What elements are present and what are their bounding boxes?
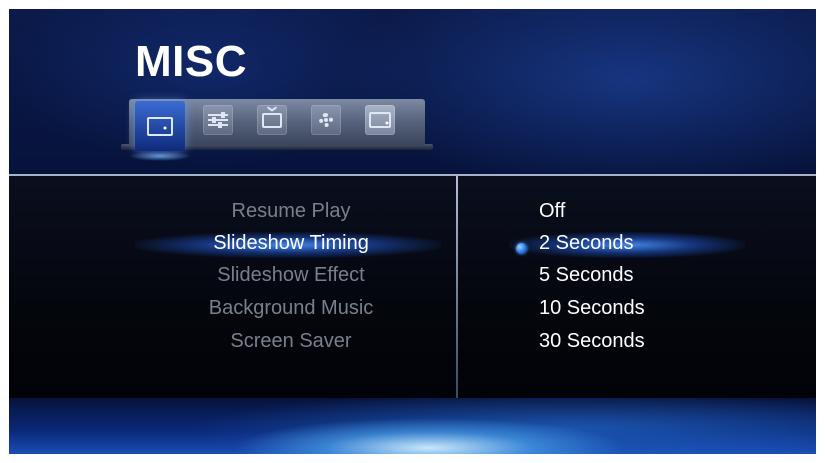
tab-misc[interactable]	[365, 105, 395, 135]
panel-divider	[456, 176, 458, 398]
menu-item-slideshow-effect[interactable]: Slideshow Effect	[129, 264, 453, 287]
option-5-seconds[interactable]: 5 Seconds	[539, 264, 634, 287]
tab-tv[interactable]	[257, 105, 287, 135]
sliders-icon	[208, 112, 228, 128]
tab-audio-settings[interactable]	[203, 105, 233, 135]
menu-item-background-music[interactable]: Background Music	[129, 297, 453, 320]
option-30-seconds[interactable]: 30 Seconds	[539, 330, 645, 353]
menu-item-resume-play[interactable]: Resume Play	[129, 200, 453, 223]
tv-icon	[262, 112, 282, 128]
page-title: MISC	[135, 37, 247, 86]
monitor-slideshow-icon	[147, 116, 173, 136]
menu-item-screen-saver[interactable]: Screen Saver	[129, 330, 453, 353]
tab-slideshow[interactable]	[129, 101, 191, 161]
selected-radio-icon	[516, 243, 527, 254]
menu-panel: Resume Play Slideshow Timing Slideshow E…	[9, 174, 816, 400]
monitor-slideshow-icon	[369, 112, 391, 128]
option-2-seconds[interactable]: 2 Seconds	[539, 232, 634, 255]
tab-system[interactable]	[311, 105, 341, 135]
menu-item-slideshow-timing[interactable]: Slideshow Timing	[129, 232, 453, 255]
misc-settings-screen: MISC Resume Play Slideshow Timing Slides…	[9, 9, 816, 454]
option-10-seconds[interactable]: 10 Seconds	[539, 297, 645, 320]
footer-light-wave	[9, 398, 816, 454]
gear-icon	[319, 113, 333, 127]
option-off[interactable]: Off	[539, 200, 565, 223]
